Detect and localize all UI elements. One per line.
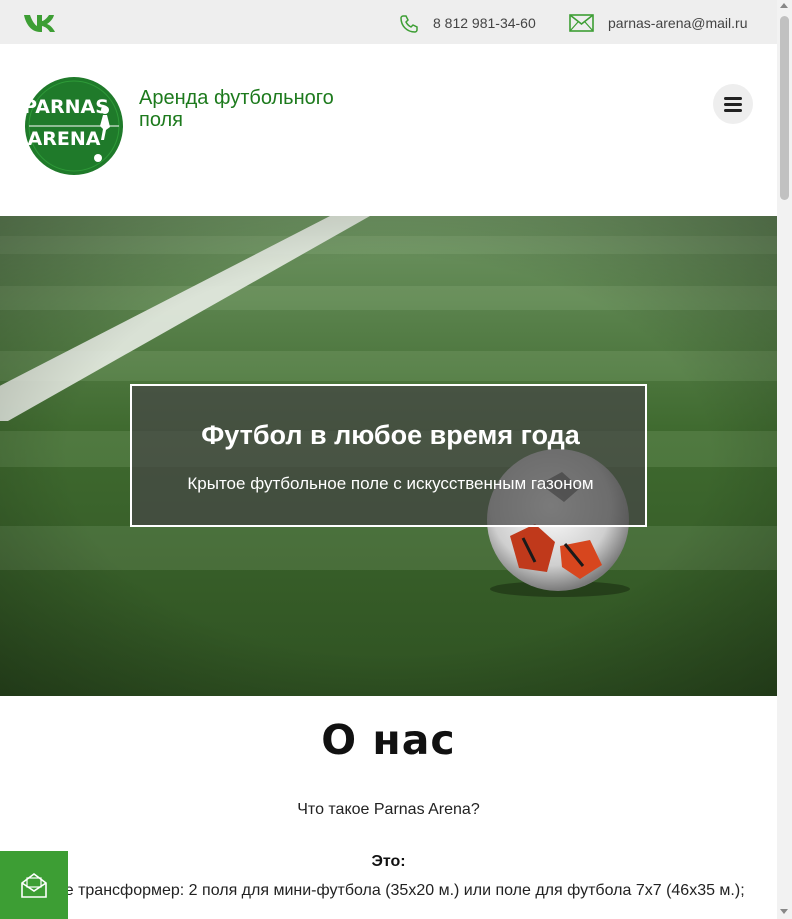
about-this-label: Это: bbox=[371, 853, 406, 870]
hamburger-menu-icon[interactable] bbox=[713, 84, 753, 124]
top-bar: 8 812 981-34-60 parnas-arena@mail.ru bbox=[0, 0, 777, 44]
contact-float-button[interactable] bbox=[0, 851, 68, 919]
hero-title: Футбол в любое время года bbox=[201, 420, 580, 450]
site-title[interactable]: Аренда футбольного поля bbox=[139, 87, 379, 131]
scrollbar[interactable] bbox=[777, 0, 792, 919]
svg-text:ARENA: ARENA bbox=[28, 128, 101, 150]
hero-caption-box: Футбол в любое время года Крытое футболь… bbox=[130, 384, 647, 527]
envelope-icon bbox=[569, 14, 594, 32]
svg-text:PARNAS: PARNAS bbox=[24, 96, 109, 118]
envelope-open-icon bbox=[21, 873, 47, 898]
phone-number[interactable]: 8 812 981-34-60 bbox=[433, 15, 536, 31]
hero-banner: Футбол в любое время года Крытое футболь… bbox=[0, 216, 777, 696]
about-heading: О нас bbox=[321, 716, 456, 764]
site-header: PARNAS ARENA Аренда футбольного поля bbox=[0, 44, 777, 216]
scrollbar-thumb[interactable] bbox=[780, 16, 789, 200]
scroll-down-arrow-icon[interactable] bbox=[780, 909, 788, 914]
scroll-up-arrow-icon[interactable] bbox=[780, 3, 788, 8]
email-link[interactable]: parnas-arena@mail.ru bbox=[608, 15, 748, 31]
page: 8 812 981-34-60 parnas-arena@mail.ru PAR… bbox=[0, 0, 777, 919]
parnas-arena-logo[interactable]: PARNAS ARENA bbox=[24, 76, 124, 176]
hero-subtitle: Крытое футбольное поле с искусственным г… bbox=[187, 474, 594, 493]
phone-icon bbox=[400, 15, 418, 33]
about-question: Что такое Parnas Arena? bbox=[297, 801, 480, 818]
about-feature-text: Поле трансформер: 2 поля для мини-футбол… bbox=[35, 882, 745, 899]
vk-icon[interactable] bbox=[23, 12, 57, 32]
